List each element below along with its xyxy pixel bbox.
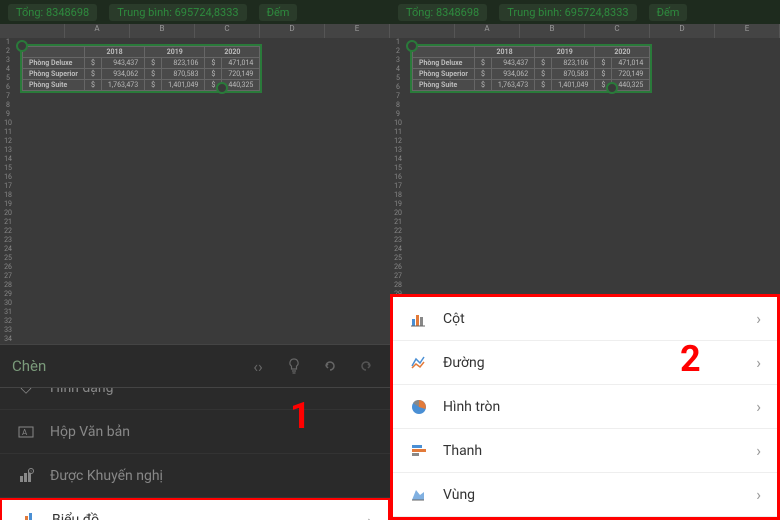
chevron-updown-icon[interactable]: ‹› xyxy=(246,354,270,378)
chevron-right-icon: › xyxy=(756,441,761,460)
bar-chart-icon xyxy=(409,441,429,461)
shapes-icon: ◇ xyxy=(16,388,36,398)
status-avg: Trung bình: 695724,8333 xyxy=(109,4,246,21)
chevron-right-icon: › xyxy=(756,353,761,372)
redo-icon[interactable] xyxy=(354,354,378,378)
toolbar-title[interactable]: Chèn xyxy=(12,357,234,375)
chart-type-pie[interactable]: Hình tròn › xyxy=(393,385,777,429)
line-chart-icon xyxy=(409,353,429,373)
selection-handle-topleft[interactable] xyxy=(406,40,418,52)
chart-type-menu: Cột › Đường › Hình tròn › Thanh › xyxy=(390,294,780,520)
status-total: Tổng: 8348698 xyxy=(398,4,487,21)
recommended-chart-icon: ? xyxy=(16,466,36,486)
chart-type-bar[interactable]: Thanh › xyxy=(393,429,777,473)
insert-menu: ◇ Hình dạng A Hộp Văn bản ? Được Khuyến … xyxy=(0,388,390,520)
status-count: Đếm xyxy=(259,4,298,21)
selection-handle-bottomright[interactable] xyxy=(606,82,618,94)
chevron-right-icon: › xyxy=(756,397,761,416)
selection-handle-topleft[interactable] xyxy=(16,40,28,52)
chart-type-area[interactable]: Vùng › xyxy=(393,473,777,517)
menu-item-shapes[interactable]: ◇ Hình dạng xyxy=(0,388,390,410)
pie-chart-icon xyxy=(409,397,429,417)
annotation-1: 1 xyxy=(290,395,311,437)
textbox-icon: A xyxy=(16,422,36,442)
lightbulb-icon[interactable] xyxy=(282,354,306,378)
chart-icon xyxy=(18,510,38,520)
status-avg: Trung bình: 695724,8333 xyxy=(499,4,636,21)
undo-icon[interactable] xyxy=(318,354,342,378)
spreadsheet-area[interactable]: A B C D E 12345678910 111213141516171819… xyxy=(0,24,390,344)
right-pane: Tổng: 8348698 Trung bình: 695724,8333 Đế… xyxy=(390,0,780,520)
status-total: Tổng: 8348698 xyxy=(8,4,97,21)
insert-toolbar: Chèn ‹› xyxy=(0,344,390,388)
selection-handle-bottomright[interactable] xyxy=(216,82,228,94)
svg-text:A: A xyxy=(22,428,28,437)
svg-text:?: ? xyxy=(30,469,32,474)
chart-type-line[interactable]: Đường › xyxy=(393,341,777,385)
left-pane: Tổng: 8348698 Trung bình: 695724,8333 Đế… xyxy=(0,0,390,520)
menu-item-chart[interactable]: Biểu đồ › xyxy=(0,498,390,520)
annotation-2: 2 xyxy=(680,338,701,380)
area-chart-icon xyxy=(409,485,429,505)
menu-item-recommended[interactable]: ? Được Khuyến nghị xyxy=(0,454,390,498)
chevron-right-icon: › xyxy=(367,511,372,520)
chevron-right-icon: › xyxy=(756,485,761,504)
column-headers: A B C D E xyxy=(0,24,390,38)
menu-item-textbox[interactable]: A Hộp Văn bản xyxy=(0,410,390,454)
column-headers: A B C D E xyxy=(390,24,780,38)
status-bar: Tổng: 8348698 Trung bình: 695724,8333 Đế… xyxy=(390,0,780,24)
status-bar: Tổng: 8348698 Trung bình: 695724,8333 Đế… xyxy=(0,0,390,24)
chevron-right-icon: › xyxy=(756,309,761,328)
status-count: Đếm xyxy=(649,4,688,21)
chart-type-column[interactable]: Cột › xyxy=(393,297,777,341)
row-numbers: 12345678910 11121314151617181920 2122232… xyxy=(0,38,16,344)
column-chart-icon xyxy=(409,309,429,329)
